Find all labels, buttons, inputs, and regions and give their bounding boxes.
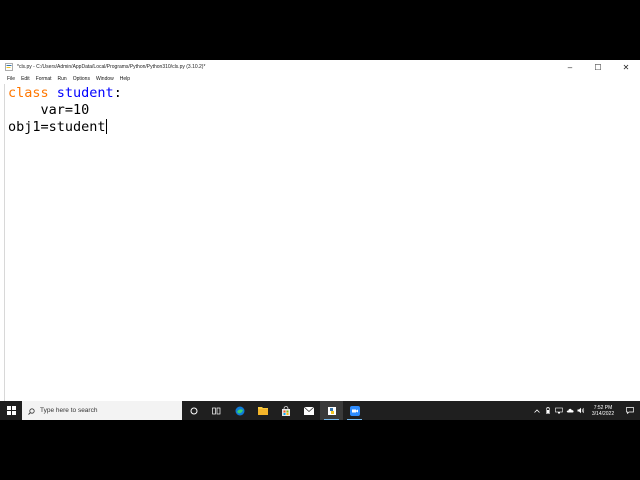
taskbar-search-box[interactable]: Type here to search bbox=[22, 401, 182, 420]
menu-window[interactable]: Window bbox=[96, 76, 114, 82]
menu-format[interactable]: Format bbox=[36, 76, 52, 82]
video-meeting-icon[interactable] bbox=[343, 401, 366, 420]
mail-icon[interactable] bbox=[297, 401, 320, 420]
chevron-up-icon[interactable] bbox=[531, 401, 542, 420]
cloud-icon[interactable] bbox=[564, 401, 575, 420]
idle-python-icon[interactable] bbox=[320, 401, 343, 420]
task-view-icon[interactable] bbox=[205, 401, 228, 420]
windows-start-icon[interactable] bbox=[0, 401, 22, 420]
battery-icon[interactable] bbox=[542, 401, 553, 420]
clock-date: 3/14/2022 bbox=[591, 410, 615, 417]
notification-icon[interactable] bbox=[620, 401, 640, 420]
minimize-button[interactable]: – bbox=[556, 60, 584, 74]
idle-app-icon bbox=[5, 63, 13, 71]
search-placeholder: Type here to search bbox=[40, 407, 98, 414]
search-icon bbox=[28, 402, 35, 420]
file-explorer-icon[interactable] bbox=[251, 401, 274, 420]
volume-icon[interactable] bbox=[575, 401, 586, 420]
menu-help[interactable]: Help bbox=[120, 76, 130, 82]
menu-file[interactable]: File bbox=[7, 76, 15, 82]
window-controls: – ☐ ✕ bbox=[556, 60, 640, 74]
menu-options[interactable]: Options bbox=[73, 76, 90, 82]
system-tray: 7:52 PM 3/14/2022 bbox=[531, 401, 640, 420]
code-line-1: class student: bbox=[8, 85, 122, 102]
screen: *cls.py - C:/Users/Admin/AppData/Local/P… bbox=[0, 60, 640, 420]
maximize-button[interactable]: ☐ bbox=[584, 60, 612, 74]
cortana-circle-icon[interactable] bbox=[182, 401, 205, 420]
menu-edit[interactable]: Edit bbox=[21, 76, 30, 82]
text-cursor bbox=[105, 119, 107, 134]
menu-run[interactable]: Run bbox=[58, 76, 67, 82]
window-title-bar[interactable]: *cls.py - C:/Users/Admin/AppData/Local/P… bbox=[0, 60, 640, 74]
edge-browser-icon[interactable] bbox=[228, 401, 251, 420]
keyword-class: class bbox=[8, 85, 49, 101]
window-title: *cls.py - C:/Users/Admin/AppData/Local/P… bbox=[17, 64, 206, 70]
colon: : bbox=[113, 85, 122, 101]
code-line-3-text: obj1=student bbox=[8, 119, 106, 135]
class-name: student bbox=[56, 85, 114, 101]
close-button[interactable]: ✕ bbox=[612, 60, 640, 74]
code-editor[interactable]: class student: var=10 obj1=student bbox=[4, 84, 640, 401]
code-line-3: obj1=student bbox=[8, 119, 107, 136]
taskbar-clock[interactable]: 7:52 PM 3/14/2022 bbox=[586, 405, 620, 417]
code-line-2: var=10 bbox=[8, 102, 90, 118]
store-icon[interactable] bbox=[274, 401, 297, 420]
network-icon[interactable] bbox=[553, 401, 564, 420]
taskbar: Type here to search 7:52 PM 3/14/2022 bbox=[0, 401, 640, 420]
menu-bar: File Edit Format Run Options Window Help bbox=[0, 74, 640, 84]
